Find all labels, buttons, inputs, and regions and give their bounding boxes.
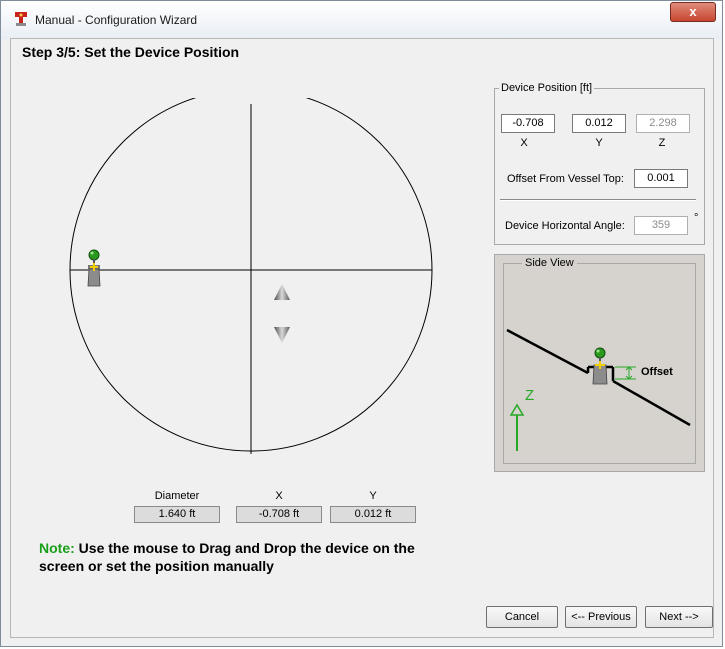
note-text: Note: Use the mouse to Drag and Drop the…: [39, 539, 459, 575]
up-arrow-icon: [274, 284, 290, 300]
move-down-button[interactable]: [272, 325, 292, 345]
down-arrow-icon: [274, 327, 290, 343]
device-position-legend: Device Position [ft]: [501, 82, 593, 94]
diameter-value: 1.640 ft: [134, 506, 220, 523]
y-label: Y: [369, 490, 377, 502]
group-separator: [500, 199, 696, 201]
cancel-button[interactable]: Cancel: [486, 606, 558, 628]
next-button[interactable]: Next -->: [645, 606, 713, 628]
title-bar[interactable]: Manual - Configuration Wizard x: [1, 1, 722, 39]
side-offset-label: Offset: [641, 366, 673, 378]
vessel-top-view[interactable]: [62, 98, 440, 454]
move-up-button[interactable]: [272, 282, 292, 302]
device-z-label: Z: [658, 137, 666, 149]
angle-label: Device Horizontal Angle:: [505, 220, 625, 232]
device-x-field[interactable]: -0.708: [501, 114, 555, 133]
close-icon: x: [689, 4, 697, 19]
offset-field[interactable]: 0.001: [634, 169, 688, 188]
device-y-field[interactable]: 0.012: [572, 114, 626, 133]
side-z-label: Z: [525, 387, 535, 404]
previous-button[interactable]: <-- Previous: [565, 606, 637, 628]
app-icon: [15, 12, 27, 26]
note-label: Note:: [39, 540, 75, 556]
device-y-label: Y: [595, 137, 603, 149]
step-title: Step 3/5: Set the Device Position: [22, 44, 240, 60]
side-view-panel: Side View Offset Z: [494, 254, 705, 472]
x-label: X: [275, 490, 283, 502]
offset-label: Offset From Vessel Top:: [507, 173, 624, 185]
note-body: Use the mouse to Drag and Drop the devic…: [39, 540, 415, 574]
device-z-field: 2.298: [636, 114, 690, 133]
vessel-roof-line: [506, 328, 589, 375]
angle-unit: °: [694, 212, 699, 224]
device-marker[interactable]: [84, 248, 106, 288]
angle-field: 359: [634, 216, 688, 235]
side-device-marker: [592, 347, 608, 385]
diameter-label: Diameter: [154, 490, 200, 502]
vessel-roof-line-right: [612, 379, 691, 427]
y-value: 0.012 ft: [330, 506, 416, 523]
close-button[interactable]: x: [670, 2, 716, 22]
window-title: Manual - Configuration Wizard: [35, 13, 198, 27]
side-view-drawing: [506, 328, 691, 451]
x-value: -0.708 ft: [236, 506, 322, 523]
device-x-label: X: [520, 137, 528, 149]
